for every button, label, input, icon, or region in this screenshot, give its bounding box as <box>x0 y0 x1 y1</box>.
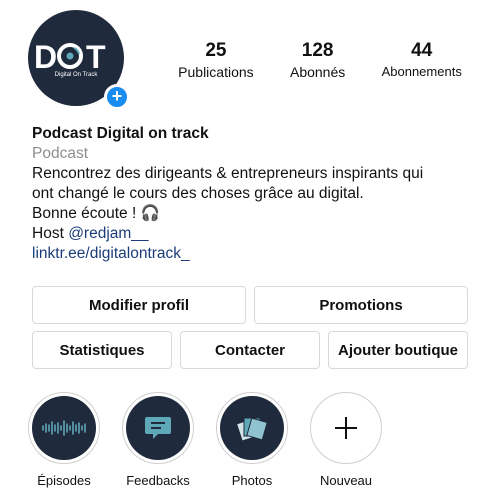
action-row-primary: Modifier profil Promotions <box>32 286 468 324</box>
highlight-label: Photos <box>231 473 273 488</box>
stat-value: 25 <box>205 40 227 61</box>
highlight-cover <box>220 396 284 460</box>
svg-text:D: D <box>34 39 59 72</box>
stat-value: 128 <box>301 40 334 61</box>
action-row-secondary: Statistiques Contacter Ajouter boutique <box>32 331 468 369</box>
bio-line: Bonne écoute ! 🎧 <box>32 205 160 222</box>
dot-logo-icon: D T <box>34 39 108 75</box>
highlight-new[interactable]: Nouveau <box>310 392 382 488</box>
profile-category: Podcast <box>32 145 89 162</box>
stat-label: Abonnements <box>381 64 462 79</box>
highlight-label: Nouveau <box>319 473 373 488</box>
highlight-label: Épisodes <box>37 473 91 488</box>
chat-bubble-icon <box>145 417 171 439</box>
bio-line: Rencontrez des dirigeants & entrepreneur… <box>32 165 424 182</box>
highlight-ring[interactable] <box>122 392 194 464</box>
add-story-badge[interactable]: + <box>104 84 130 110</box>
profile-name: Podcast Digital on track <box>32 125 209 142</box>
bio-link[interactable]: linktr.ee/digitalontrack_ <box>32 244 472 264</box>
highlight-episodes[interactable]: Épisodes <box>28 392 100 488</box>
stat-value: 44 <box>411 40 433 61</box>
bio-host: Host @redjam__ <box>32 224 472 244</box>
statistics-button[interactable]: Statistiques <box>32 331 172 369</box>
highlight-feedbacks[interactable]: Feedbacks <box>122 392 194 488</box>
promotions-button[interactable]: Promotions <box>254 286 468 324</box>
highlight-photos[interactable]: Photos <box>216 392 288 488</box>
host-handle-link[interactable]: @redjam__ <box>68 225 148 242</box>
stat-label: Abonnés <box>289 64 346 80</box>
highlight-cover <box>126 396 190 460</box>
soundwave-icon <box>42 420 86 436</box>
profile-avatar[interactable]: D T Digital On Track + <box>28 10 130 110</box>
bio-line: ont changé le cours des choses grâce au … <box>32 185 364 202</box>
highlight-label: Feedbacks <box>126 473 190 488</box>
add-shop-button[interactable]: Ajouter boutique <box>328 331 468 369</box>
stat-following[interactable]: 44 Abonnements <box>382 40 462 80</box>
highlight-cover <box>32 396 96 460</box>
highlight-ring[interactable] <box>28 392 100 464</box>
host-prefix: Host <box>32 225 69 242</box>
plus-icon <box>335 417 357 439</box>
stat-label: Publications <box>178 64 254 80</box>
svg-text:T: T <box>86 39 108 72</box>
profile-bio: Podcast Digital on track Podcast Rencont… <box>32 124 472 264</box>
highlight-cover <box>314 396 378 460</box>
edit-profile-button[interactable]: Modifier profil <box>32 286 246 324</box>
stat-publications[interactable]: 25 Publications <box>178 40 254 80</box>
story-highlights: Épisodes Feedbacks Photos Nouveau <box>28 392 382 488</box>
stat-followers[interactable]: 128 Abonnés <box>290 40 345 80</box>
contact-button[interactable]: Contacter <box>180 331 320 369</box>
highlight-ring[interactable] <box>216 392 288 464</box>
profile-stats: 25 Publications 128 Abonnés 44 Abonnemen… <box>160 40 480 80</box>
logo-subtitle: Digital On Track <box>54 72 98 78</box>
highlight-ring[interactable] <box>310 392 382 464</box>
photos-icon <box>235 417 268 442</box>
